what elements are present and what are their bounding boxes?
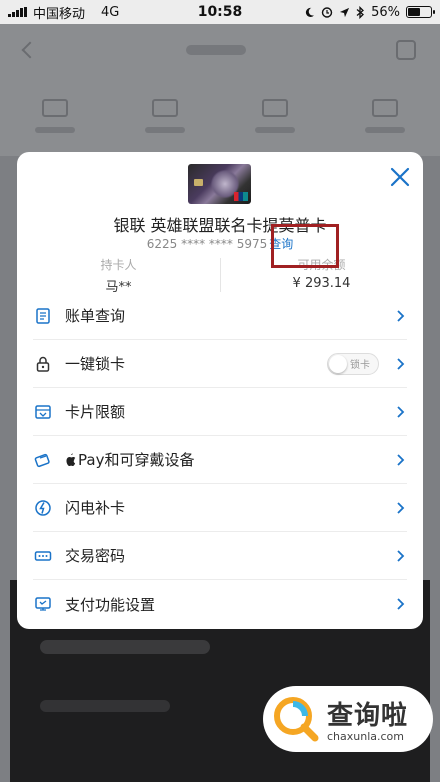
- toggle-knob: [329, 354, 347, 373]
- card-name: 银联 英雄联盟联名卡提莫普卡: [113, 216, 327, 235]
- menu-item-label: 支付功能设置: [65, 595, 156, 614]
- chevron-right-icon: [397, 598, 405, 610]
- menu-item-label: 账单查询: [65, 307, 126, 325]
- bluetooth-icon: [356, 5, 365, 19]
- background-shortcut: [35, 99, 75, 133]
- alarm-icon: [321, 7, 333, 18]
- watermark: 查询啦 chaxunla.com: [263, 686, 433, 752]
- chevron-right-icon: [397, 501, 405, 514]
- menu-item-label: 闪电补卡: [65, 499, 126, 517]
- bill-icon: [33, 306, 53, 326]
- background-shortcuts: [0, 76, 440, 156]
- cardholder-label: 持卡人: [100, 258, 137, 272]
- menu-item-label: 一键锁卡: [65, 355, 126, 373]
- network-label: 4G: [101, 4, 120, 20]
- card-detail-modal: 银联 英雄联盟联名卡提莫普卡 6225 **** **** 5975 查询 持卡人…: [17, 152, 423, 629]
- annotation-highlight-box: [271, 224, 339, 268]
- background-nav-bar: [0, 24, 440, 76]
- battery-icon: [406, 6, 435, 18]
- background-title: [186, 45, 246, 55]
- menu-item-payment-settings[interactable]: 支付功能设置: [33, 580, 407, 628]
- lock-card-toggle[interactable]: 锁卡: [327, 352, 379, 375]
- card-menu: 账单查询 一键锁卡 锁卡 卡片限额 Pay和可穿戴设备 闪电补卡 交易密码 支付…: [33, 292, 407, 628]
- background-action-icon: [396, 40, 416, 60]
- background-shortcut: [145, 99, 185, 133]
- chevron-right-icon: [397, 357, 405, 370]
- menu-item-label: 交易密码: [65, 547, 126, 565]
- menu-item-transaction-password[interactable]: 交易密码: [33, 532, 407, 580]
- watermark-domain: chaxunla.com: [327, 730, 404, 743]
- menu-item-card-limit[interactable]: 卡片限额: [33, 388, 407, 436]
- status-bar: 中国移动 4G 10:58 56%: [0, 0, 440, 24]
- payment-settings-icon: [33, 594, 53, 614]
- magnifier-logo-icon: [274, 697, 319, 742]
- apple-logo-icon: [66, 453, 76, 466]
- limit-icon: [33, 402, 53, 422]
- chevron-right-icon: [397, 309, 405, 322]
- location-icon: [340, 7, 350, 17]
- toggle-label: 锁卡: [350, 360, 370, 371]
- menu-item-apple-pay[interactable]: Pay和可穿戴设备: [33, 436, 407, 484]
- chevron-right-icon: [397, 405, 405, 418]
- menu-item-label: 卡片限额: [65, 403, 126, 421]
- card-image: [188, 164, 251, 204]
- balance-value: ¥ 293.14: [292, 276, 351, 291]
- apple-pay-icon: [33, 450, 53, 470]
- menu-item-bill-query[interactable]: 账单查询: [33, 292, 407, 340]
- chevron-right-icon: [397, 453, 405, 466]
- card-number: 6225 **** **** 5975: [146, 237, 268, 251]
- battery-percent: 56%: [371, 4, 400, 20]
- lock-icon: [33, 354, 53, 374]
- unionpay-logo: [234, 192, 248, 201]
- close-icon[interactable]: [387, 164, 413, 190]
- menu-item-instant-card-replace[interactable]: 闪电补卡: [33, 484, 407, 532]
- carrier-label: 中国移动: [33, 6, 86, 22]
- menu-item-text: Pay和可穿戴设备: [78, 451, 195, 469]
- background-shortcut: [255, 99, 295, 133]
- background-shortcut: [365, 99, 405, 133]
- lightning-icon: [33, 498, 53, 518]
- menu-item-lock-card[interactable]: 一键锁卡 锁卡: [33, 340, 407, 388]
- menu-item-label: Pay和可穿戴设备: [65, 449, 393, 470]
- back-icon: [21, 41, 39, 59]
- password-icon: [33, 546, 53, 566]
- chevron-right-icon: [397, 549, 405, 562]
- card-number-row: 6225 **** **** 5975 查询: [17, 235, 423, 252]
- cardholder-section: 持卡人 马**: [17, 256, 220, 295]
- moon-icon: [305, 7, 315, 17]
- signal-icon: [8, 7, 27, 17]
- watermark-name: 查询啦: [327, 701, 409, 731]
